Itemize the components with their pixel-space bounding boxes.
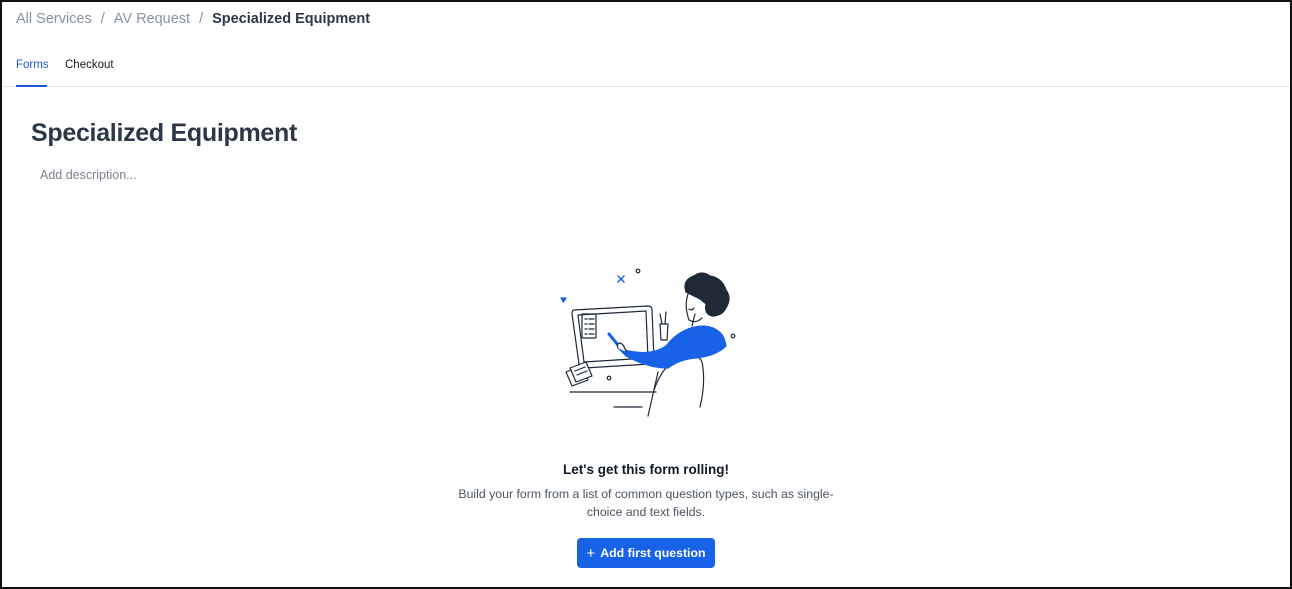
description-input[interactable]: Add description... xyxy=(40,168,137,182)
empty-state-title: Let's get this form rolling! xyxy=(563,462,729,477)
plus-icon: + xyxy=(586,544,596,562)
add-first-question-label: Add first question xyxy=(600,546,706,560)
tab-checkout[interactable]: Checkout xyxy=(65,59,114,71)
person-at-computer-illustration xyxy=(560,268,736,417)
tab-bar: Forms Checkout xyxy=(2,42,1290,87)
breadcrumb-all-services[interactable]: All Services xyxy=(16,11,92,27)
breadcrumb-separator: / xyxy=(199,11,204,27)
breadcrumb-current: Specialized Equipment xyxy=(212,11,371,27)
empty-state-description: Build your form from a list of common qu… xyxy=(458,487,834,519)
active-tab-indicator xyxy=(16,85,47,87)
tab-forms[interactable]: Forms xyxy=(16,59,49,71)
breadcrumb: All Services / AV Request / Specialized … xyxy=(16,11,370,27)
breadcrumb-separator: / xyxy=(100,11,105,27)
add-first-question-button[interactable]: + Add first question xyxy=(577,538,715,568)
page-title[interactable]: Specialized Equipment xyxy=(31,119,297,148)
breadcrumb-av-request[interactable]: AV Request xyxy=(114,11,190,27)
app-frame: All Services / AV Request / Specialized … xyxy=(0,0,1292,589)
